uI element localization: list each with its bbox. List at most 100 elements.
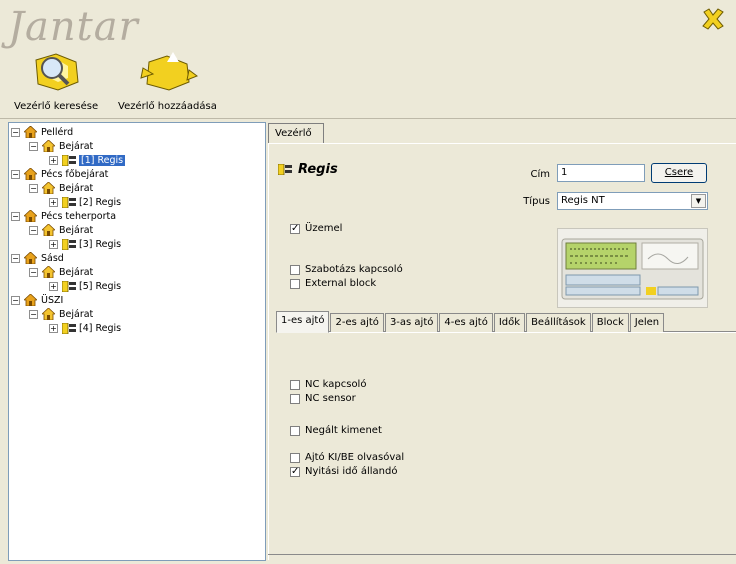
expand-icon[interactable]: +: [49, 323, 58, 333]
checkbox-box[interactable]: [290, 393, 300, 404]
expand-icon[interactable]: +: [49, 281, 58, 291]
tree-node-entrance[interactable]: − Bejárat: [29, 139, 93, 153]
collapse-icon[interactable]: −: [11, 127, 20, 137]
checkbox-negated-output[interactable]: Negált kimenet: [290, 425, 382, 436]
controller-icon: [62, 196, 76, 208]
controller-title-text: Regis: [298, 162, 338, 177]
checkbox-box[interactable]: [290, 278, 300, 289]
tree-node-label: [5] Regis: [79, 280, 122, 292]
tab-controller[interactable]: Vezérlő: [268, 123, 324, 143]
tree-node-label: Bejárat: [59, 140, 94, 152]
add-controller-button[interactable]: Vezérlő hozzáadása: [118, 50, 217, 112]
tree-node-entrance[interactable]: − Bejárat: [29, 181, 93, 195]
tree-node-controller[interactable]: + [3] Regis: [49, 237, 121, 251]
collapse-icon[interactable]: −: [29, 141, 38, 151]
house-icon: [42, 308, 55, 320]
csere-button[interactable]: Csere: [651, 163, 707, 183]
chevron-down-icon[interactable]: ▼: [691, 194, 706, 208]
tree-node-site[interactable]: − Pécs teherporta: [11, 209, 116, 223]
tab-door-3[interactable]: 3-as ajtó: [384, 313, 439, 332]
checkbox-label: Szabotázs kapcsoló: [305, 264, 403, 275]
tree-node-entrance[interactable]: − Bejárat: [29, 307, 93, 321]
sites-house-icon: [24, 126, 37, 138]
expand-icon[interactable]: +: [49, 197, 58, 207]
checkbox-open-time-constant[interactable]: ✓ Nyitási idő állandó: [290, 466, 397, 477]
checkbox-label: Üzemel: [305, 223, 343, 234]
tree-node-label: [2] Regis: [79, 196, 122, 208]
checkbox-label: Nyitási idő állandó: [305, 466, 398, 477]
sites-house-icon: [24, 210, 37, 222]
checkbox-box[interactable]: [290, 379, 300, 390]
tree-node-label: Pécs teherporta: [41, 210, 117, 222]
checkbox-box[interactable]: [290, 264, 300, 275]
tree-node-controller[interactable]: + [5] Regis: [49, 279, 121, 293]
tree-node-label: Pellérd: [41, 126, 74, 138]
collapse-icon[interactable]: −: [29, 225, 38, 235]
expand-icon[interactable]: +: [49, 239, 58, 249]
checkbox-external-block[interactable]: External block: [290, 278, 376, 289]
tree-node-site[interactable]: − Sásd: [11, 251, 64, 265]
expand-icon[interactable]: +: [49, 155, 58, 165]
checkbox-label: Negált kimenet: [305, 425, 382, 436]
controller-icon: [62, 280, 76, 292]
checkbox-uzemel[interactable]: ✓ Üzemel: [290, 223, 342, 234]
tree-node-controller[interactable]: + [1] Regis: [49, 153, 126, 167]
checkbox-door-reader[interactable]: Ajtó KI/BE olvasóval: [290, 452, 404, 463]
tab-door-2[interactable]: 2-es ajtó: [330, 313, 384, 332]
checkbox-box[interactable]: [290, 452, 300, 463]
door-tabs: 1-es ajtó 2-es ajtó 3-as ajtó 4-es ajtó …: [276, 311, 665, 333]
tree-node-site[interactable]: − Pécs főbejárat: [11, 167, 108, 181]
tipus-label: Típus: [523, 196, 550, 207]
search-controller-icon: [35, 53, 79, 91]
collapse-icon[interactable]: −: [29, 183, 38, 193]
tree-node-label: [4] Regis: [79, 322, 122, 334]
controller-icon: [62, 322, 76, 334]
tab-block[interactable]: Block: [591, 313, 629, 332]
checkbox-label: NC sensor: [305, 393, 356, 404]
tree-node-label: Bejárat: [59, 266, 94, 278]
add-controller-icon: [140, 52, 199, 91]
checkbox-box[interactable]: ✓: [290, 466, 300, 477]
collapse-icon[interactable]: −: [11, 169, 20, 179]
tree-node-controller[interactable]: + [2] Regis: [49, 195, 121, 209]
tipus-select[interactable]: Regis NT ▼: [557, 192, 708, 210]
tree-node-entrance[interactable]: − Bejárat: [29, 265, 93, 279]
checkbox-szabotazs[interactable]: Szabotázs kapcsoló: [290, 264, 403, 275]
collapse-icon[interactable]: −: [11, 295, 20, 305]
tree-node-label: Pécs főbejárat: [41, 168, 109, 180]
app-logo: Jantar: [8, 4, 139, 50]
sites-house-icon: [24, 294, 37, 306]
close-icon[interactable]: [700, 6, 726, 32]
tree-node-site[interactable]: − ÜSZI: [11, 293, 63, 307]
house-icon: [42, 224, 55, 236]
tree-node-controller[interactable]: + [4] Regis: [49, 321, 121, 335]
tab-door-4[interactable]: 4-es ajtó: [439, 313, 493, 332]
checkbox-label: Ajtó KI/BE olvasóval: [305, 452, 405, 463]
sites-house-icon: [24, 252, 37, 264]
site-tree[interactable]: − Pellérd − Bejárat + [1] Regis − Pécs f…: [8, 122, 266, 561]
tipus-select-value: Regis NT: [561, 195, 605, 206]
house-icon: [42, 182, 55, 194]
tab-settings[interactable]: Beállítások: [526, 313, 591, 332]
collapse-icon[interactable]: −: [11, 211, 20, 221]
collapse-icon[interactable]: −: [29, 309, 38, 319]
tab-jelen[interactable]: Jelen: [629, 313, 665, 332]
checkbox-box[interactable]: ✓: [290, 223, 300, 234]
search-controller-label: Vezérlő keresése: [14, 101, 99, 112]
checkbox-box[interactable]: [290, 425, 300, 436]
search-controller-button[interactable]: Vezérlő keresése: [14, 50, 98, 112]
tree-node-entrance[interactable]: − Bejárat: [29, 223, 93, 237]
collapse-icon[interactable]: −: [11, 253, 20, 263]
tab-door-1[interactable]: 1-es ajtó: [276, 311, 330, 333]
tree-node-label: Bejárat: [59, 182, 94, 194]
tab-times[interactable]: Idők: [493, 313, 526, 332]
collapse-icon[interactable]: −: [29, 267, 38, 277]
tree-node-site[interactable]: − Pellérd: [11, 125, 73, 139]
checkbox-label: External block: [305, 278, 377, 289]
add-controller-label: Vezérlő hozzáadása: [118, 101, 217, 112]
checkbox-nc-switch[interactable]: NC kapcsoló: [290, 379, 366, 390]
controller-icon: [62, 154, 76, 166]
tree-node-label-selected: [1] Regis: [79, 154, 126, 166]
checkbox-nc-sensor[interactable]: NC sensor: [290, 393, 356, 404]
cim-input[interactable]: 1: [557, 164, 645, 182]
